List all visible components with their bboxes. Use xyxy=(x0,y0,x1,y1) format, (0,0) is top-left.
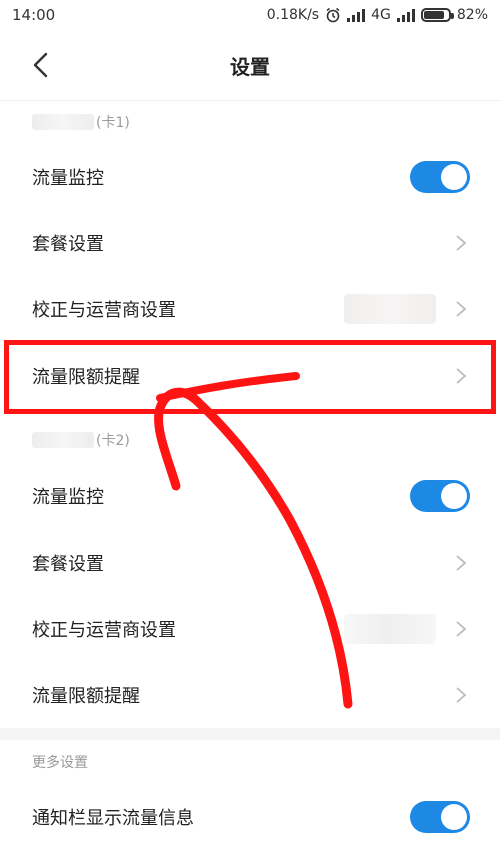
network-type: 4G xyxy=(371,7,391,23)
chevron-right-icon xyxy=(456,687,467,703)
network-speed: 0.18K/s xyxy=(266,7,320,23)
redacted-carrier xyxy=(344,294,436,324)
row-label: 通知栏显示流量信息 xyxy=(32,808,194,829)
row-carrier-settings-sim1[interactable]: 校正与运营商设置 xyxy=(0,276,500,342)
toggle-knob xyxy=(441,804,467,830)
toggle-knob xyxy=(441,164,467,190)
row-notification-traffic[interactable]: 通知栏显示流量信息 xyxy=(0,784,500,850)
chevron-right-icon xyxy=(456,621,467,637)
row-plan-settings-sim1[interactable]: 套餐设置 xyxy=(0,210,500,276)
redacted-name xyxy=(32,432,94,448)
row-label: 流量监控 xyxy=(32,487,104,508)
row-label: 套餐设置 xyxy=(32,554,104,575)
traffic-monitor-toggle[interactable] xyxy=(410,480,470,512)
annotation-highlight-box xyxy=(4,340,496,414)
row-plan-settings-sim2[interactable]: 套餐设置 xyxy=(0,530,500,596)
row-limit-reminder-sim2[interactable]: 流量限额提醒 xyxy=(0,662,500,728)
chevron-right-icon xyxy=(456,235,467,251)
toggle-knob xyxy=(441,483,467,509)
battery-icon xyxy=(420,8,454,22)
row-label: 流量监控 xyxy=(32,168,104,189)
section-divider xyxy=(0,728,500,740)
status-indicators: 0.18K/s 4G 82% xyxy=(267,7,488,23)
chevron-left-icon[interactable] xyxy=(26,50,56,80)
battery-percent: 82% xyxy=(456,7,488,23)
row-traffic-monitor-sim2[interactable]: 流量监控 xyxy=(0,463,500,529)
page-title: 设置 xyxy=(230,54,270,79)
chevron-right-icon xyxy=(456,301,467,317)
row-label: 流量限额提醒 xyxy=(32,686,140,707)
signal-icon xyxy=(347,8,366,22)
section-label-sim2: (卡2) xyxy=(32,420,130,460)
row-label: 校正与运营商设置 xyxy=(32,620,176,641)
chevron-right-icon xyxy=(456,555,467,571)
row-carrier-settings-sim2[interactable]: 校正与运营商设置 xyxy=(0,596,500,662)
redacted-carrier xyxy=(344,614,436,644)
row-label: 套餐设置 xyxy=(32,234,104,255)
section-label-more: 更多设置 xyxy=(32,755,88,771)
status-time: 14:00 xyxy=(12,6,56,24)
alarm-icon xyxy=(326,7,340,23)
section-label-sim1: (卡1) xyxy=(32,102,130,142)
notification-traffic-toggle[interactable] xyxy=(410,801,470,833)
row-label: 校正与运营商设置 xyxy=(32,300,176,321)
page-header: 设置 xyxy=(0,30,500,101)
traffic-monitor-toggle[interactable] xyxy=(410,161,470,193)
redacted-name xyxy=(32,114,94,130)
row-traffic-monitor-sim1[interactable]: 流量监控 xyxy=(0,144,500,210)
status-bar: 14:00 0.18K/s 4G 82% xyxy=(0,0,500,30)
signal-icon xyxy=(396,8,415,22)
